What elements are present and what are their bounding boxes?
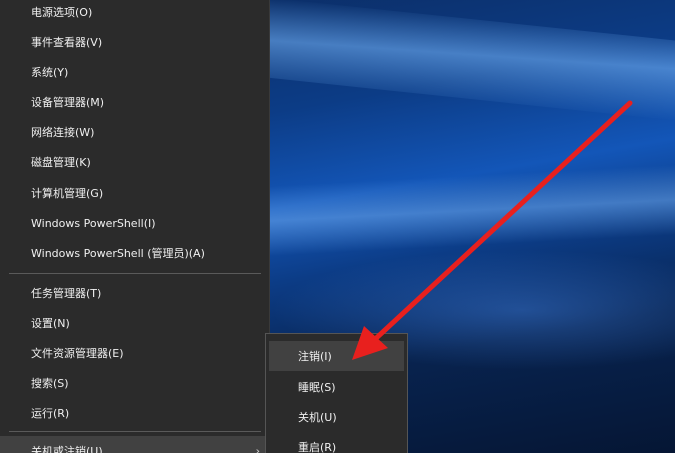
menu-item-label: 计算机管理(G) bbox=[31, 187, 104, 200]
power-user-menu: 电源选项(O) 事件查看器(V) 系统(Y) 设备管理器(M) 网络连接(W) … bbox=[0, 0, 270, 453]
menu-item-search[interactable]: 搜索(S) bbox=[0, 368, 268, 398]
menu-item-label: Windows PowerShell (管理员)(A) bbox=[31, 247, 205, 260]
submenu-item-sign-out[interactable]: 注销(I) bbox=[269, 341, 404, 371]
menu-item-label: 电源选项(O) bbox=[31, 6, 93, 19]
menu-item-label: 磁盘管理(K) bbox=[31, 156, 91, 169]
menu-item-power-options[interactable]: 电源选项(O) bbox=[0, 0, 268, 27]
menu-item-file-explorer[interactable]: 文件资源管理器(E) bbox=[0, 338, 268, 368]
shutdown-submenu: 注销(I) 睡眠(S) 关机(U) 重启(R) bbox=[265, 333, 408, 453]
submenu-item-restart[interactable]: 重启(R) bbox=[269, 432, 404, 453]
menu-item-shutdown-or-signout[interactable]: 关机或注销(U) › bbox=[0, 436, 268, 453]
menu-item-label: 设备管理器(M) bbox=[31, 96, 105, 109]
menu-item-label: 关机或注销(U) bbox=[31, 445, 103, 453]
menu-separator bbox=[9, 273, 261, 274]
menu-item-task-manager[interactable]: 任务管理器(T) bbox=[0, 278, 268, 308]
menu-item-label: 事件查看器(V) bbox=[31, 36, 103, 49]
menu-item-label: 网络连接(W) bbox=[31, 126, 95, 139]
menu-item-disk-management[interactable]: 磁盘管理(K) bbox=[0, 147, 268, 177]
menu-item-label: 运行(R) bbox=[31, 407, 70, 420]
menu-item-system[interactable]: 系统(Y) bbox=[0, 57, 268, 87]
menu-item-label: 设置(N) bbox=[31, 317, 70, 330]
wallpaper-light-beam bbox=[270, 0, 675, 123]
submenu-item-label: 关机(U) bbox=[298, 411, 337, 424]
menu-separator bbox=[9, 431, 261, 432]
menu-item-computer-management[interactable]: 计算机管理(G) bbox=[0, 178, 268, 208]
menu-item-run[interactable]: 运行(R) bbox=[0, 398, 268, 428]
menu-item-event-viewer[interactable]: 事件查看器(V) bbox=[0, 27, 268, 57]
submenu-item-label: 重启(R) bbox=[298, 441, 337, 453]
menu-item-powershell-admin[interactable]: Windows PowerShell (管理员)(A) bbox=[0, 238, 268, 268]
submenu-item-sleep[interactable]: 睡眠(S) bbox=[269, 372, 404, 402]
submenu-item-label: 注销(I) bbox=[298, 350, 332, 363]
menu-item-network-connections[interactable]: 网络连接(W) bbox=[0, 117, 268, 147]
menu-item-device-manager[interactable]: 设备管理器(M) bbox=[0, 87, 268, 117]
submenu-item-shut-down[interactable]: 关机(U) bbox=[269, 402, 404, 432]
wallpaper-light-beam bbox=[270, 163, 675, 257]
menu-item-powershell[interactable]: Windows PowerShell(I) bbox=[0, 208, 268, 238]
menu-item-label: Windows PowerShell(I) bbox=[31, 216, 156, 230]
chevron-right-icon: › bbox=[255, 444, 260, 453]
menu-item-settings[interactable]: 设置(N) bbox=[0, 308, 268, 338]
menu-item-label: 文件资源管理器(E) bbox=[31, 347, 124, 360]
menu-item-label: 搜索(S) bbox=[31, 377, 69, 390]
menu-item-label: 任务管理器(T) bbox=[31, 287, 102, 300]
menu-item-label: 系统(Y) bbox=[31, 66, 69, 79]
submenu-item-label: 睡眠(S) bbox=[298, 381, 336, 394]
